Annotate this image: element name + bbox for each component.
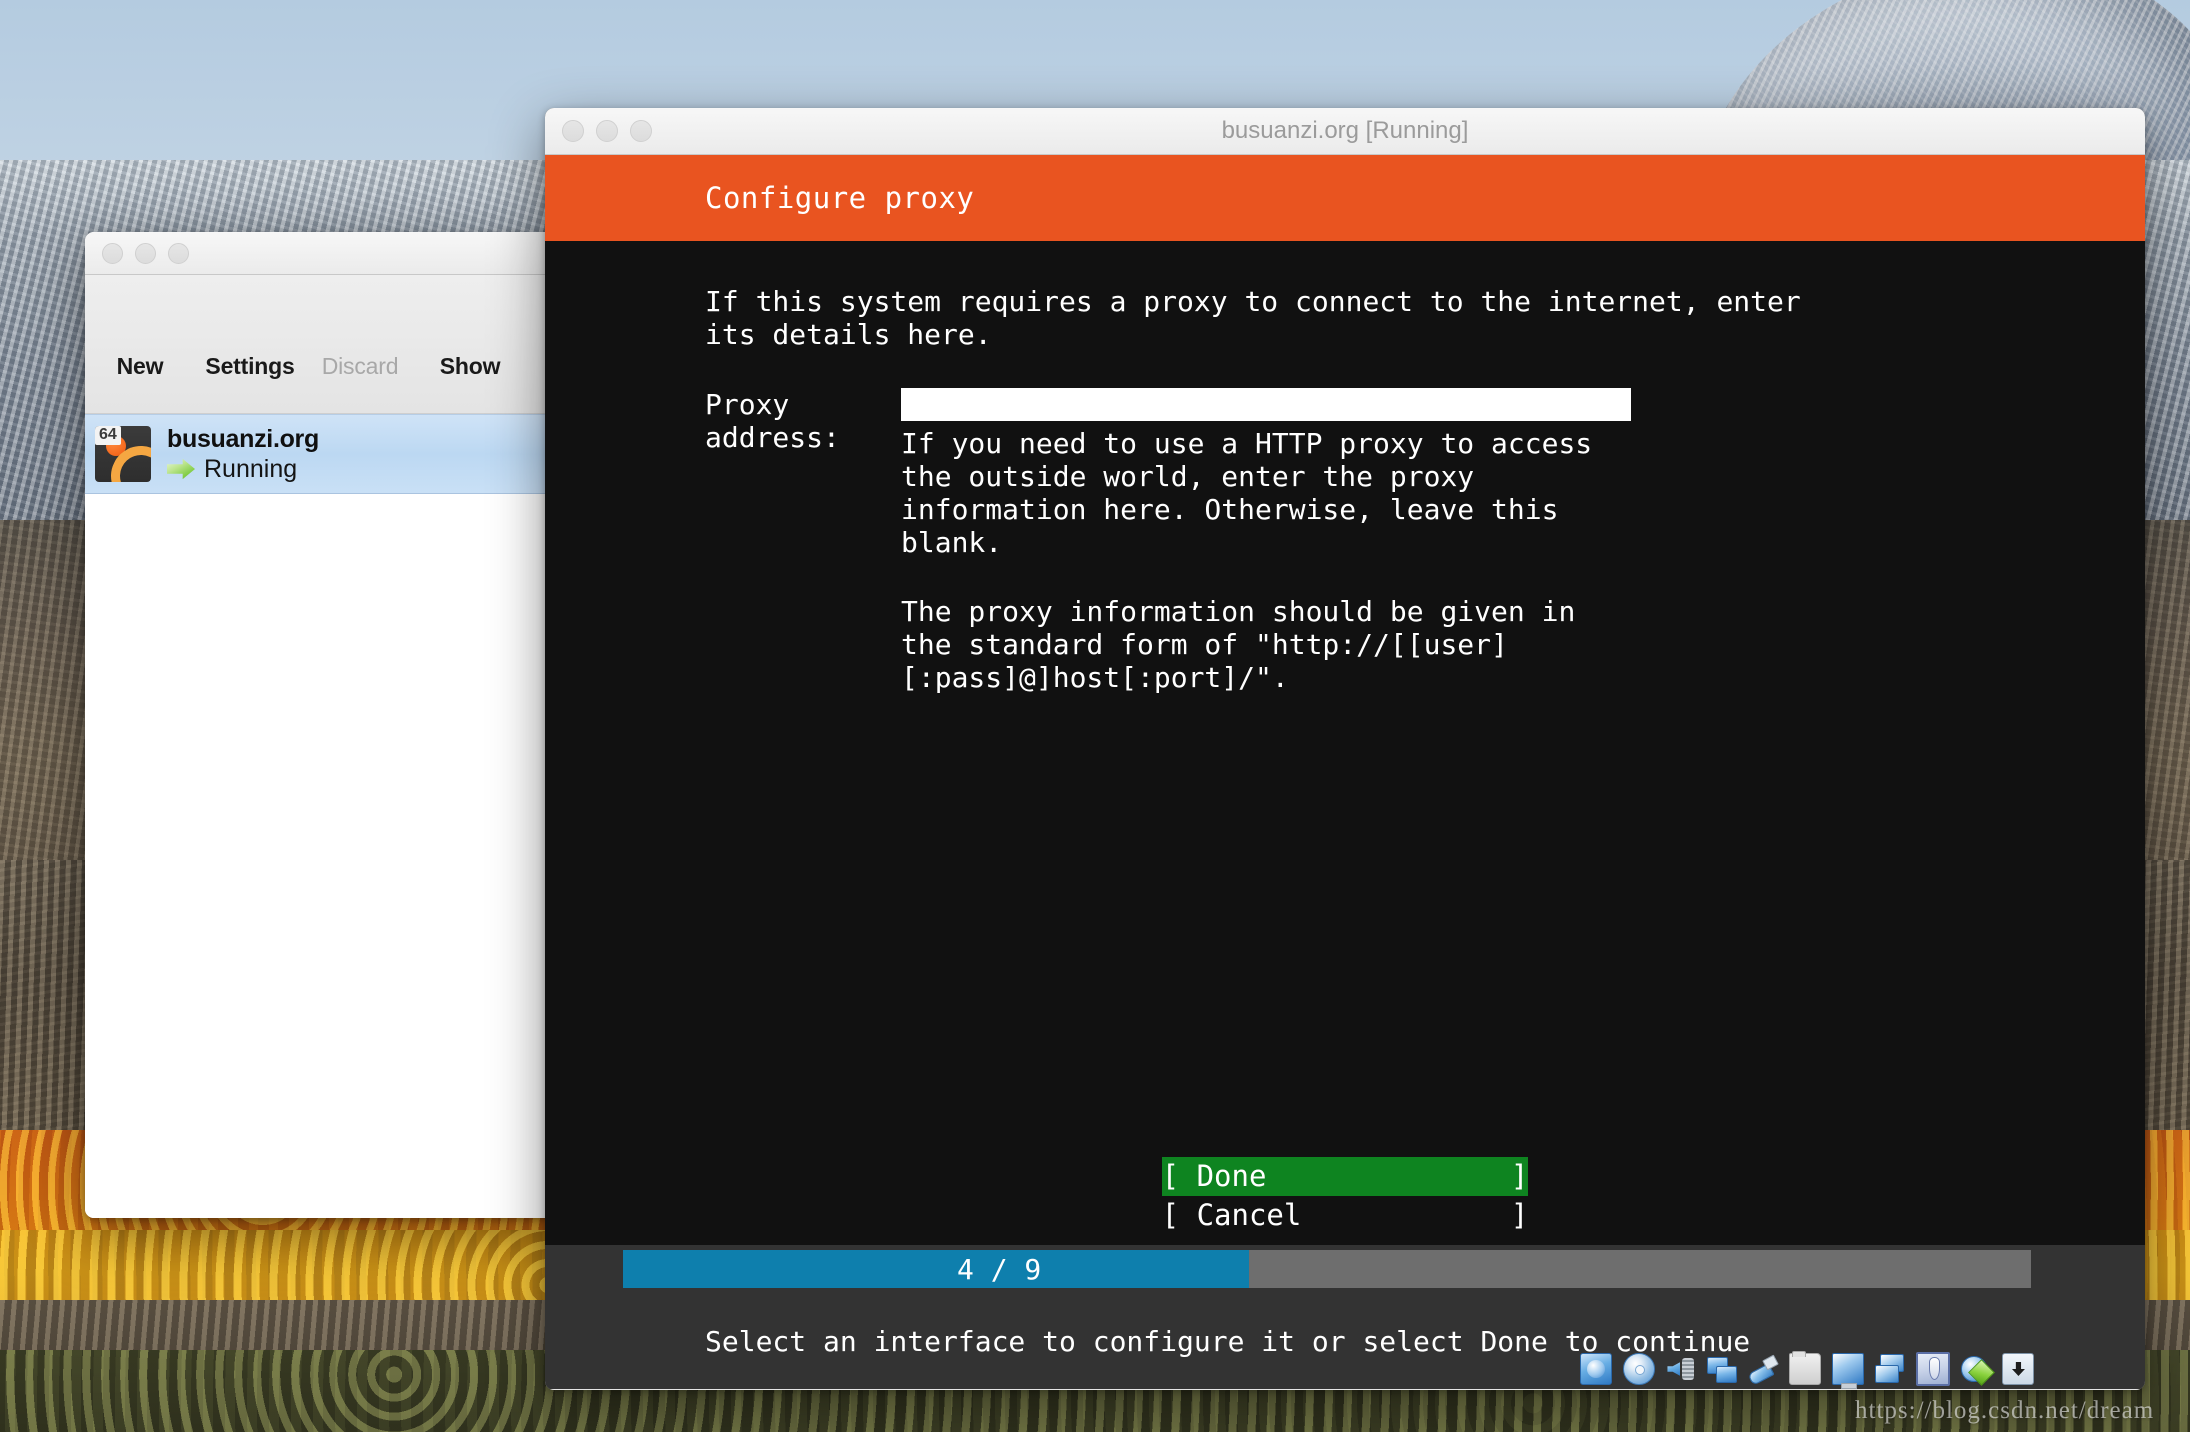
usb-icon[interactable] — [1748, 1354, 1778, 1384]
gear-icon — [218, 285, 282, 349]
list-item[interactable]: 64 busuanzi.org Running — [85, 414, 553, 494]
proxy-address-column: If you need to use a HTTP proxy to acces… — [901, 388, 2145, 694]
done-button[interactable]: [ Done ] — [1161, 1157, 1529, 1196]
vm-traffic-lights — [562, 120, 652, 142]
toolbar-button-settings[interactable]: Settings — [195, 285, 305, 380]
network-icon[interactable] — [1707, 1354, 1738, 1384]
vm-arch-badge: 64 — [95, 426, 121, 445]
manager-traffic-lights — [102, 242, 189, 264]
cancel-button[interactable]: [ Cancel ] — [1162, 1196, 1529, 1235]
vm-text-block: busuanzi.org Running — [167, 425, 319, 484]
toolbar-button-new[interactable]: New — [85, 285, 195, 380]
vm-state-row: Running — [167, 455, 319, 484]
proxy-help-text-1: If you need to use a HTTP proxy to acces… — [901, 427, 1593, 559]
vm-name: busuanzi.org — [167, 424, 319, 453]
recording-icon[interactable] — [1961, 1354, 1991, 1384]
page-title: Configure proxy — [705, 181, 975, 215]
intro-text: If this system requires a proxy to conne… — [705, 285, 1801, 351]
progress-label: 4 / 9 — [957, 1252, 1042, 1286]
running-arrow-icon — [167, 458, 195, 480]
installer-buttons: [ Done ] [ Cancel ] — [545, 1157, 2145, 1235]
toolbar-label-settings: Settings — [205, 353, 295, 379]
progress-row: 4 / 9 — [545, 1245, 2145, 1293]
zoom-button[interactable] — [168, 242, 189, 264]
vm-os-icon: 64 — [95, 426, 151, 482]
host-key-icon[interactable] — [2002, 1353, 2035, 1385]
vm-close-button[interactable] — [562, 120, 584, 142]
vm-list: 64 busuanzi.org Running — [85, 414, 553, 1218]
toolbar-label-new: New — [116, 353, 164, 379]
down-arrow-icon — [328, 285, 392, 349]
progress-fill — [623, 1250, 1249, 1288]
close-button[interactable] — [102, 242, 123, 264]
toolbar-button-show[interactable]: Show — [415, 285, 525, 380]
minimize-button[interactable] — [135, 242, 156, 264]
virtualbox-manager-window: New Settings Discard Show 64 busuanzi.or… — [85, 232, 553, 1218]
manager-toolbar: New Settings Discard Show — [85, 275, 553, 414]
desktop: New Settings Discard Show 64 busuanzi.or… — [0, 0, 2190, 1432]
vm-window: busuanzi.org [Running] Configure proxy I… — [545, 108, 2145, 1390]
toolbar-button-discard: Discard — [305, 285, 415, 380]
vm-zoom-button[interactable] — [630, 120, 652, 142]
hard-disk-icon[interactable] — [1580, 1353, 1613, 1385]
proxy-address-row: Proxy address: If you need to use a HTTP… — [705, 388, 2145, 694]
shared-folder-icon[interactable] — [1789, 1351, 1822, 1385]
display-icon[interactable] — [1832, 1353, 1865, 1389]
cpu-icon[interactable] — [1916, 1352, 1951, 1386]
progress-bar: 4 / 9 — [623, 1250, 2031, 1288]
remote-display-icon[interactable] — [1875, 1354, 1905, 1384]
vm-minimize-button[interactable] — [596, 120, 618, 142]
new-starburst-icon — [108, 285, 172, 349]
installer-body: If this system requires a proxy to conne… — [545, 241, 2145, 1293]
right-arrow-icon — [438, 285, 502, 349]
vm-state-label: Running — [204, 454, 298, 483]
proxy-help-text-2: The proxy information should be given in… — [901, 595, 1576, 694]
toolbar-label-discard: Discard — [321, 353, 399, 379]
vm-window-title: busuanzi.org [Running] — [1221, 117, 1469, 144]
installer-screen: Configure proxy If this system requires … — [545, 155, 2145, 1389]
vm-titlebar: busuanzi.org [Running] — [545, 108, 2145, 155]
proxy-address-label: Proxy address: — [705, 388, 840, 454]
installer-header: Configure proxy — [545, 155, 2145, 241]
toolbar-label-show: Show — [439, 353, 501, 379]
audio-icon[interactable] — [1666, 1354, 1696, 1384]
manager-titlebar — [85, 232, 553, 275]
proxy-address-input[interactable] — [901, 388, 1631, 421]
